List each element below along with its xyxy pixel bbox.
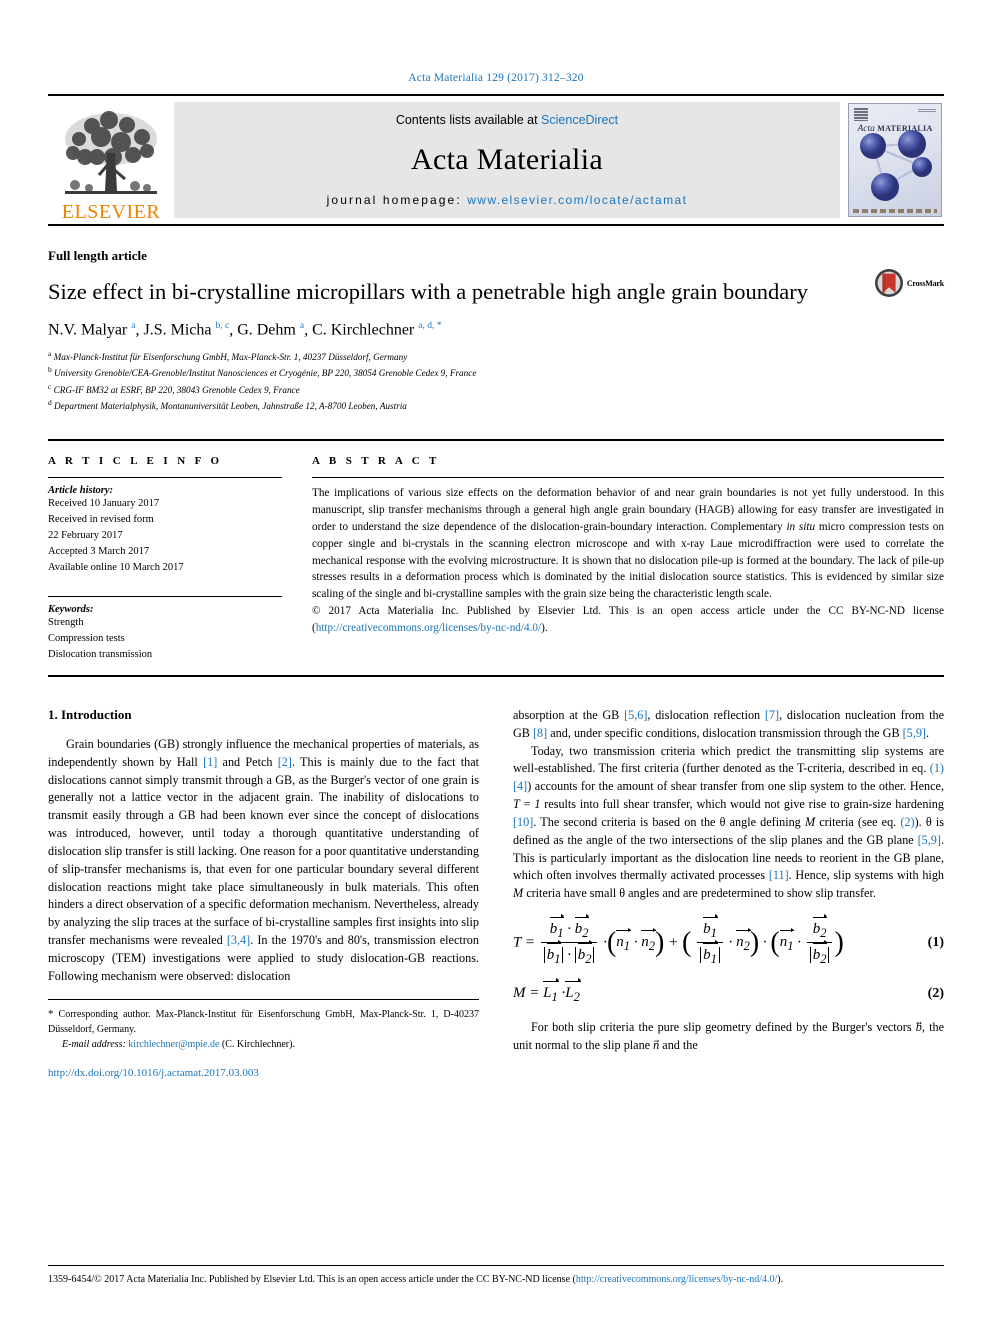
journal-cover-thumbnail: Acta MATERIALIA: [848, 103, 942, 217]
email-link[interactable]: kirchlechner@mpie.de: [128, 1039, 219, 1050]
eq1-fraction-1: b1 · b2 b1 · b2: [540, 914, 598, 967]
license-link[interactable]: http://creativecommons.org/licenses/by-n…: [316, 622, 541, 634]
keyword-item: Strength: [48, 617, 84, 629]
equation-1-body: T = b1 · b2 b1 · b2 ·(n1 · n2) + ( b1 b1…: [513, 914, 844, 967]
right-paragraph-1: absorption at the GB [5,6], dislocation …: [513, 708, 944, 740]
footer-copyright: 1359-6454/© 2017 Acta Materialia Inc. Pu…: [48, 1274, 784, 1285]
article-info-divider: [48, 477, 282, 479]
body-columns: 1. Introduction Grain boundaries (GB) st…: [48, 707, 944, 1082]
keywords-block: Keywords: Strength Compression tests Dislo…: [48, 596, 282, 663]
affiliation-d: d Department Materialphysik, Montanunive…: [48, 398, 407, 412]
crossmark-label: CrossMark: [906, 278, 944, 288]
right-paragraph-2: Today, two transmission criteria which p…: [513, 743, 945, 901]
eq1-fraction-2: b1 b1: [697, 914, 723, 967]
left-column: 1. Introduction Grain boundaries (GB) st…: [48, 707, 479, 1082]
citation-ref[interactable]: [7]: [765, 708, 779, 722]
corresponding-author-text: Corresponding author. Max-Planck-Institu…: [48, 1009, 479, 1036]
eq1-fraction-3: b2 b2: [806, 914, 833, 967]
citation-ref[interactable]: [2]: [278, 755, 292, 769]
abstract-column: A B S T R A C T The implications of vari…: [312, 455, 944, 663]
affiliation-a: a Max-Planck-Institut für Eisenforschung…: [48, 349, 408, 363]
citation-ref[interactable]: [10]: [513, 815, 533, 829]
equation-ref[interactable]: (1): [930, 761, 944, 775]
abstract-divider: [312, 477, 944, 479]
elsevier-tree-icon: [65, 111, 157, 194]
sciencedirect-link[interactable]: ScienceDirect: [541, 113, 618, 127]
keyword-item: Dislocation transmission: [48, 649, 153, 661]
citation-ref[interactable]: [3,4]: [227, 933, 250, 947]
article-info-heading: A R T I C L E I N F O: [48, 455, 223, 468]
citation-ref[interactable]: [5,6]: [624, 708, 647, 722]
citation-ref[interactable]: [5,9]: [903, 726, 926, 740]
footnote-block: * Corresponding author. Max-Planck-Insti…: [48, 999, 479, 1082]
page-footer: 1359-6454/© 2017 Acta Materialia Inc. Pu…: [48, 1265, 944, 1287]
history-item: Received in revised form: [48, 514, 154, 526]
equation-2-number: (2): [927, 985, 944, 1001]
citation-ref[interactable]: [4]: [513, 779, 527, 793]
elsevier-logo: ELSEVIER: [48, 96, 174, 224]
affiliation-b: b University Grenoble/CEA-Grenoble/Insti…: [48, 365, 477, 379]
running-head: Acta Materialia 129 (2017) 312–320: [408, 72, 584, 84]
history-item: Received 10 January 2017: [48, 498, 160, 510]
contents-prefix: Contents lists available at: [395, 113, 542, 127]
journal-masthead: ELSEVIER Contents lists available at Sci…: [48, 94, 944, 226]
article-history-list: Received 10 January 2017 Received in revi…: [48, 496, 282, 576]
footer-license-link[interactable]: http://creativecommons.org/licenses/by-n…: [576, 1274, 777, 1285]
article-history-label: Article history:: [48, 485, 114, 497]
section-title-introduction: 1. Introduction: [48, 707, 132, 722]
equation-2-row: M = L1 ·L2 (2): [513, 978, 944, 1005]
citation-ref[interactable]: [1]: [203, 755, 217, 769]
email-label: E-mail address:: [62, 1038, 126, 1050]
citation-ref[interactable]: [11]: [769, 868, 789, 882]
equation-1-number: (1): [927, 934, 944, 950]
crossmark-badge[interactable]: CrossMark: [874, 268, 944, 298]
crossmark-icon: [874, 269, 903, 297]
citation-ref[interactable]: [8]: [533, 726, 547, 740]
affiliation-list: a Max-Planck-Institut für Eisenforschung…: [48, 348, 944, 413]
page-title: Size effect in bi-crystalline micropilla…: [48, 279, 808, 304]
journal-homepage-line: journal homepage: www.elsevier.com/locat…: [327, 193, 688, 207]
abstract-copyright: © 2017 Acta Materialia Inc. Published by…: [312, 604, 944, 634]
footer-divider: [48, 1265, 944, 1266]
email-owner: (C. Kirchlechner).: [219, 1038, 295, 1050]
contents-line: Contents lists available at ScienceDirec…: [396, 113, 618, 127]
email-note: E-mail address: kirchlechner@mpie.de (C.…: [48, 1038, 479, 1053]
abstract-body: The implications of various size effects…: [312, 487, 944, 601]
journal-band: Contents lists available at ScienceDirec…: [174, 102, 840, 218]
equation-2-body: M = L1 ·L2: [513, 978, 581, 1004]
history-item: 22 February 2017: [48, 530, 123, 542]
elsevier-wordmark: ELSEVIER: [61, 201, 161, 223]
right-column: absorption at the GB [5,6], dislocation …: [513, 707, 944, 1082]
equation-2-lhs: M: [513, 984, 526, 1001]
equation-1-row: T = b1 · b2 b1 · b2 ·(n1 · n2) + ( b1 b1…: [513, 914, 944, 967]
equation-1-lhs: T: [513, 934, 522, 951]
intro-paragraph: Grain boundaries (GB) strongly influence…: [48, 737, 479, 983]
keyword-item: Compression tests: [48, 633, 125, 645]
journal-title: Acta Materialia: [411, 143, 603, 176]
corresponding-author-note: * Corresponding author. Max-Planck-Insti…: [48, 1007, 479, 1037]
history-item: Available online 10 March 2017: [48, 562, 184, 574]
keywords-divider: [48, 596, 282, 598]
author-list: N.V. Malyar a, J.S. Micha b, c, G. Dehm …: [48, 320, 442, 339]
cover-footer-strip: [853, 209, 937, 213]
article-info-column: A R T I C L E I N F O Article history: R…: [48, 455, 282, 663]
cover-header-lines: [918, 109, 936, 113]
equation-ref[interactable]: (2): [900, 815, 914, 829]
article-info-abstract-block: A R T I C L E I N F O Article history: R…: [48, 439, 944, 677]
article-page: Acta Materialia 129 (2017) 312–320 ELSEV…: [0, 0, 992, 1323]
right-paragraph-3: For both slip criteria the pure slip geo…: [513, 1019, 945, 1052]
keywords-label: Keywords:: [48, 604, 94, 616]
keywords-list: Strength Compression tests Dislocation tra…: [48, 615, 282, 663]
abstract-heading: A B S T R A C T: [312, 455, 440, 468]
article-type: Full length article: [48, 248, 147, 263]
affiliation-c: c CRG-IF BM32 at ESRF, BP 220, 38043 Gre…: [48, 381, 300, 395]
title-block: Full length article CrossMark Size effec…: [48, 248, 944, 413]
cover-network-graphic-icon: [860, 130, 932, 201]
history-item: Accepted 3 March 2017: [48, 546, 150, 558]
doi-link[interactable]: http://dx.doi.org/10.1016/j.actamat.2017…: [48, 1066, 479, 1082]
journal-homepage-link[interactable]: www.elsevier.com/locate/actamat: [467, 193, 687, 207]
homepage-prefix: journal homepage:: [326, 193, 468, 207]
citation-ref[interactable]: [5,9]: [918, 833, 941, 847]
